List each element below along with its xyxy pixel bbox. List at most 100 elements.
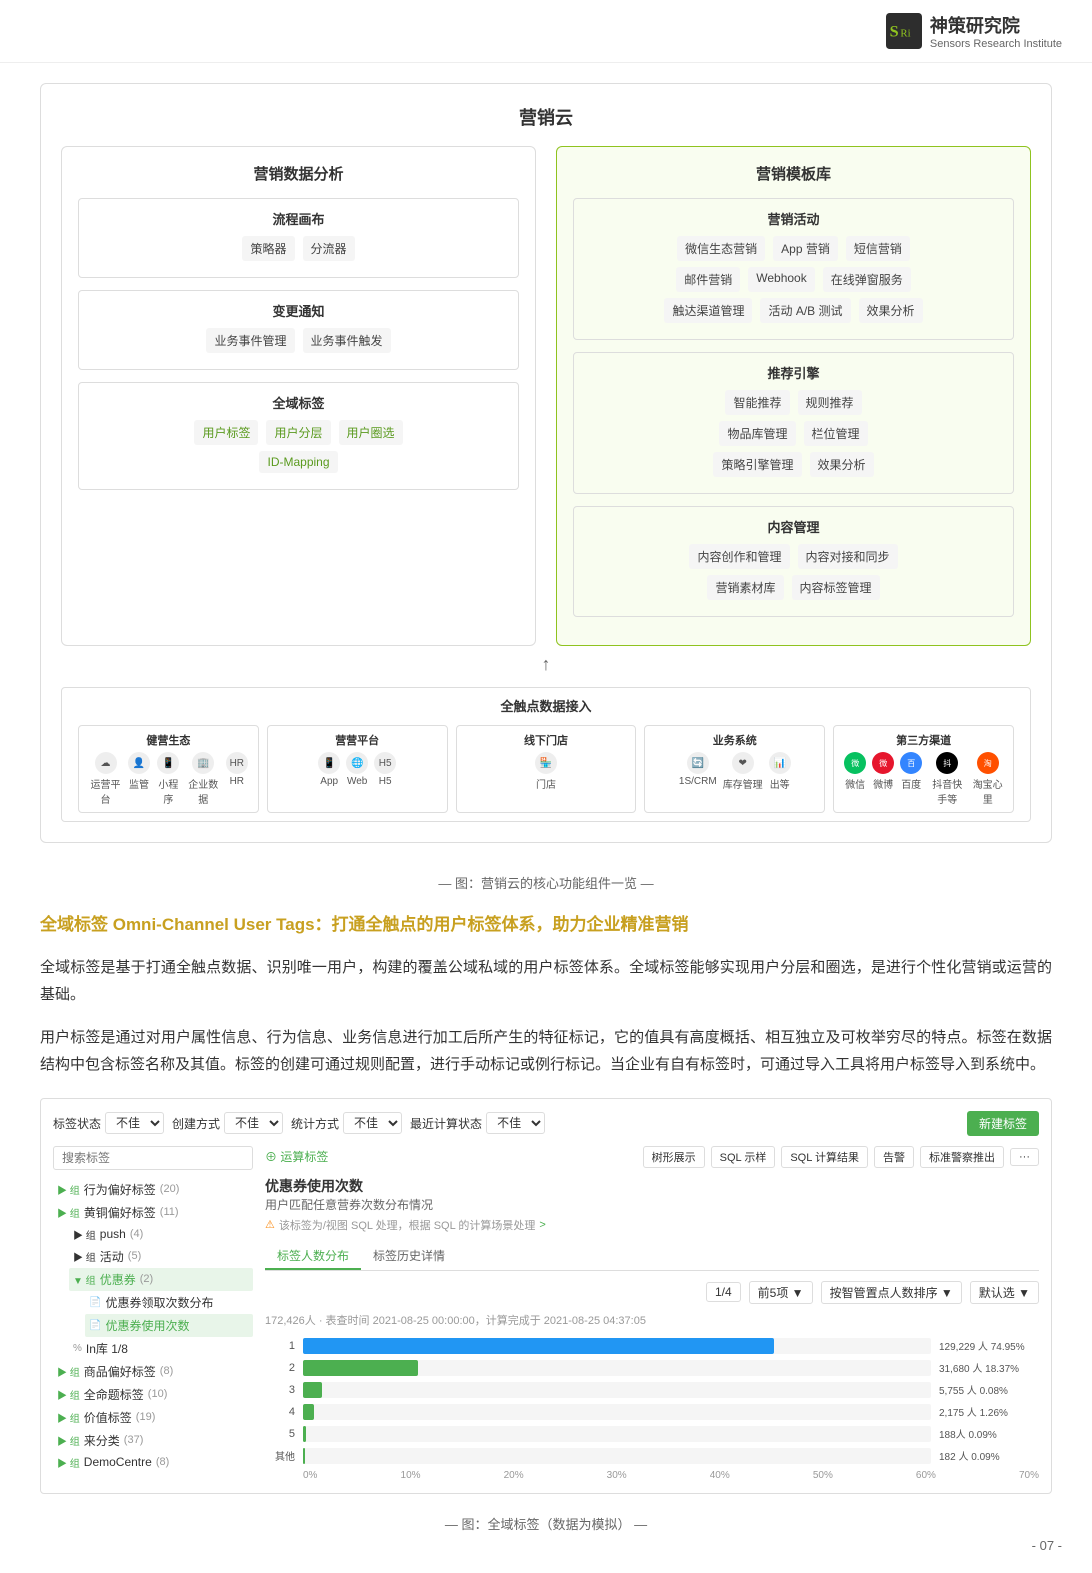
search-input[interactable] — [53, 1146, 253, 1170]
bar-container-3 — [303, 1382, 931, 1398]
ma-row3: 触达渠道管理 活动 A/B 测试 效果分析 — [584, 298, 1003, 323]
tp-item2: 微 微博 — [872, 752, 894, 806]
notice-link[interactable]: > — [539, 1219, 545, 1231]
bar-value-1: 129,229 人 74.95% — [939, 1338, 1039, 1353]
tree-item-activity-count: (5) — [128, 1250, 141, 1262]
channel-mgmt: 触达渠道管理 — [664, 298, 752, 323]
tree-item-coupon[interactable]: ▼ 组 优惠券 (2) — [69, 1268, 253, 1291]
more-btn[interactable]: ··· — [1010, 1148, 1039, 1166]
x-tick-70: 70% — [1019, 1470, 1039, 1481]
marketing-activities-section: 营销活动 微信生态营销 App 营销 短信营销 邮件营销 Webhook 在线弹… — [573, 198, 1014, 340]
full-touch-title: 全触点数据接入 — [78, 696, 1014, 715]
rp-header: ⊕ 运算标签 树形展示 SQL 示样 SQL 计算结果 告警 标准警察推出 ··… — [265, 1146, 1039, 1168]
tp-icon2: 微 — [872, 752, 894, 774]
tree-item-all-label: 全命题标签 — [84, 1386, 144, 1403]
page-number: - 07 - — [1032, 1538, 1062, 1553]
tree-item-behavior-tags-label: 行为偏好标签 — [84, 1181, 156, 1198]
slot-mgmt: 栏位管理 — [804, 421, 868, 446]
stats-text: 172,426人 · 表查时间 2021-08-25 00:00:00，计算完成… — [265, 1312, 1039, 1328]
alert-btn[interactable]: 告警 — [874, 1146, 914, 1168]
content-management-title: 内容管理 — [584, 517, 1003, 536]
tree-item-brass-tags[interactable]: ▶ 组 黄铜偏好标签 (11) — [53, 1201, 253, 1224]
x-tick-10: 10% — [401, 1470, 421, 1481]
default-btn[interactable]: 默认选 ▼ — [970, 1281, 1039, 1304]
bar-chart: 1 129,229 人 74.95% 2 31,680 人 18.37% — [265, 1338, 1039, 1481]
tree-item-inku-icon: % — [73, 1343, 82, 1354]
biz-event-mgmt: 业务事件管理 — [206, 328, 294, 353]
tree-item-unclassified-icon: ▶ 组 — [57, 1433, 80, 1448]
top5-btn[interactable]: 前5项 ▼ — [749, 1281, 813, 1304]
flow-canvas-section: 流程画布 策略器 分流器 — [78, 198, 519, 278]
sort-btn[interactable]: 按智管置点人数排序 ▼ — [821, 1281, 962, 1304]
tree-item-coupon-receive[interactable]: 📄 优惠券领取次数分布 — [85, 1291, 253, 1314]
cm-row2: 营销素材库 内容标签管理 — [584, 575, 1003, 600]
tree-item-all-icon: ▶ 组 — [57, 1387, 80, 1402]
filter-create-method-label: 创建方式 — [172, 1115, 220, 1132]
sql-sample-btn[interactable]: SQL 示样 — [711, 1146, 776, 1168]
user-tags: 用户标签 — [194, 420, 258, 445]
filter-calc-status: 最近计算状态 不佳 — [410, 1112, 545, 1134]
bar-fill-3 — [303, 1382, 322, 1398]
biz-item2: ❤ 库存管理 — [723, 752, 763, 791]
ma-row1: 微信生态营销 App 营销 短信营销 — [584, 236, 1003, 261]
svg-text:Ri: Ri — [900, 27, 910, 39]
sql-result-btn[interactable]: SQL 计算结果 — [781, 1146, 868, 1168]
tree-item-democentre[interactable]: ▶ 组 DemoCentre (8) — [53, 1452, 253, 1473]
user-segmentation: 用户分层 — [266, 420, 330, 445]
bar-value-2: 31,680 人 18.37% — [939, 1360, 1039, 1375]
tree-item-unclassified-label: 来分类 — [84, 1432, 120, 1449]
bar-fill-4 — [303, 1404, 314, 1420]
filter-tag-status-select[interactable]: 不佳 — [105, 1112, 164, 1134]
rec-row1: 智能推荐 规则推荐 — [584, 390, 1003, 415]
ab-test: 活动 A/B 测试 — [760, 298, 850, 323]
change-notification-section: 变更通知 业务事件管理 业务事件触发 — [78, 290, 519, 370]
tree-item-brass-count: (11) — [160, 1206, 179, 1218]
tree-item-inku[interactable]: % In库 1/8 — [69, 1337, 253, 1360]
tag-type-badge: ⊕ 运算标签 — [265, 1150, 328, 1164]
global-tags-title: 全域标签 — [89, 393, 508, 412]
tree-item-push-icon: ▶ 组 — [73, 1227, 96, 1242]
tree-item-unclassified[interactable]: ▶ 组 来分类 (37) — [53, 1429, 253, 1452]
tree-item-coupon-icon: ▼ 组 — [73, 1272, 96, 1287]
section-heading: 全域标签 Omni-Channel User Tags：打通全触点的用户标签体系… — [40, 912, 1052, 938]
tree-item-brass-label: 黄铜偏好标签 — [84, 1204, 156, 1221]
tree-item-coupon-use-label: 优惠券使用次数 — [105, 1317, 189, 1334]
page-btn[interactable]: 1/4 — [706, 1282, 741, 1302]
brand-name: 神策研究院 — [930, 12, 1020, 38]
std-btn[interactable]: 标准警察推出 — [920, 1146, 1004, 1168]
ops-item1: 📱 App — [318, 752, 340, 787]
bar-fill-2 — [303, 1360, 418, 1376]
tp-item4: 抖 抖音快手等 — [928, 752, 966, 806]
two-panel: ▶ 组 行为偏好标签 (20) ▶ 组 黄铜偏好标签 (11) ▶ 组 push — [53, 1146, 1039, 1481]
bar-value-3: 5,755 人 0.08% — [939, 1382, 1039, 1397]
ops-items: 📱 App 🌐 Web H5 H5 — [278, 752, 437, 787]
tree-item-all-tags[interactable]: ▶ 组 全命题标签 (10) — [53, 1383, 253, 1406]
bar-container-5 — [303, 1426, 931, 1442]
rp-header-left: ⊕ 运算标签 — [265, 1148, 336, 1165]
tree-item-goods-tags[interactable]: ▶ 组 商品偏好标签 (8) — [53, 1360, 253, 1383]
tab-history[interactable]: 标签历史详情 — [361, 1243, 457, 1270]
popup-service: 在线弹窗服务 — [823, 267, 911, 292]
biz-item3: 📊 出等 — [769, 752, 791, 791]
tree-item-coupon-use[interactable]: 📄 优惠券使用次数 — [85, 1314, 253, 1337]
tree-item-value-tags[interactable]: ▶ 组 价值标签 (19) — [53, 1406, 253, 1429]
eco-item4: 🏢 企业数据 — [187, 752, 220, 806]
filter-create-method-select[interactable]: 不佳 — [224, 1112, 283, 1134]
rp-subtitle: 用户匹配任意营券次数分布情况 — [265, 1196, 1039, 1213]
marketing-materials: 营销素材库 — [707, 575, 783, 600]
filter-calc-method-select[interactable]: 不佳 — [343, 1112, 402, 1134]
tree-item-behavior-tags[interactable]: ▶ 组 行为偏好标签 (20) — [53, 1178, 253, 1201]
header: S Ri 神策研究院 Sensors Research Institute — [0, 0, 1092, 63]
tree-item-push[interactable]: ▶ 组 push (4) — [69, 1224, 253, 1245]
ops-platform-group: 营营平台 📱 App 🌐 Web H5 H5 — [267, 725, 448, 813]
tree-item-activity[interactable]: ▶ 组 活动 (5) — [69, 1245, 253, 1268]
rp-title: 优惠券使用次数 — [265, 1176, 1039, 1196]
new-tag-button[interactable]: 新建标签 — [967, 1111, 1039, 1136]
tree-item-activity-icon: ▶ 组 — [73, 1249, 96, 1264]
x-tick-0: 0% — [303, 1470, 317, 1481]
logo-text: 神策研究院 Sensors Research Institute — [930, 12, 1062, 50]
tree-list: ▶ 组 行为偏好标签 (20) ▶ 组 黄铜偏好标签 (11) ▶ 组 push — [53, 1178, 253, 1473]
filter-calc-status-select[interactable]: 不佳 — [486, 1112, 545, 1134]
tree-view-btn[interactable]: 树形展示 — [643, 1146, 705, 1168]
tab-distribution[interactable]: 标签人数分布 — [265, 1243, 361, 1270]
